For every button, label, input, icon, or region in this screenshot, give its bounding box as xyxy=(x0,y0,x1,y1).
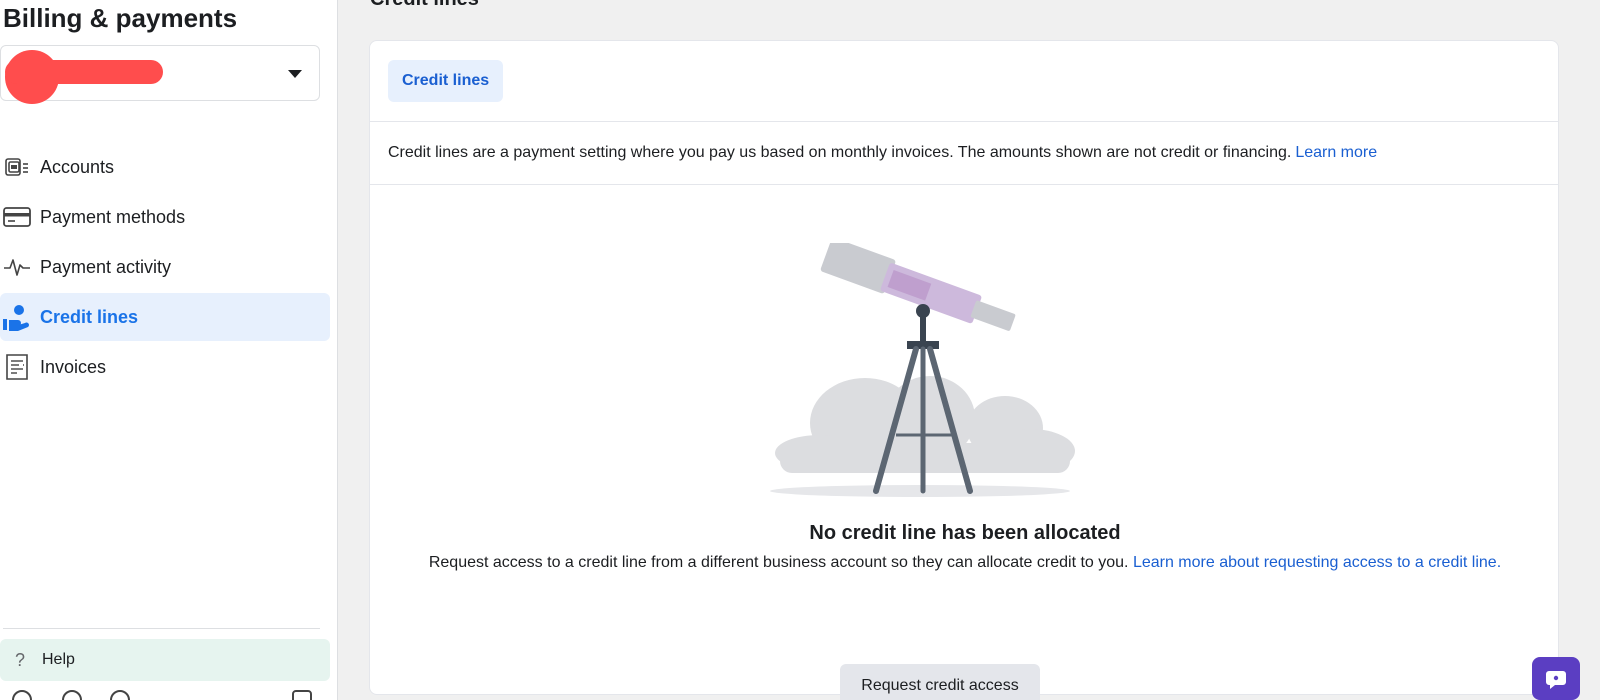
sidebar-item-label: Accounts xyxy=(40,156,115,177)
sidebar: Billing & payments Accounts Payment meth… xyxy=(0,0,338,700)
empty-state: No credit line has been allocated Reques… xyxy=(370,185,1560,700)
sidebar-item-payment-activity[interactable]: Payment activity xyxy=(0,243,330,291)
question-mark-icon: ? xyxy=(14,649,25,670)
accounts-icon xyxy=(2,152,32,182)
close-icon[interactable] xyxy=(160,690,180,700)
help-button[interactable]: ? Help xyxy=(0,639,330,681)
main-content: Credit lines Credit lines Credit lines a… xyxy=(338,0,1600,700)
empty-state-description: Request access to a credit line from a d… xyxy=(394,551,1536,575)
request-access-learn-more-link[interactable]: Learn more about requesting access to a … xyxy=(1133,554,1501,571)
empty-state-text: Request access to a credit line from a d… xyxy=(428,554,1129,571)
chat-bubble-icon xyxy=(1546,670,1566,689)
credit-card-icon xyxy=(2,202,32,232)
empty-state-title: No credit line has been allocated xyxy=(809,522,1121,544)
activity-pulse-icon xyxy=(2,252,32,282)
sidebar-footer-icons xyxy=(0,690,330,700)
sidebar-item-credit-lines[interactable]: Credit lines xyxy=(0,293,330,341)
chat-support-button[interactable] xyxy=(1532,657,1580,700)
sidebar-item-label: Payment activity xyxy=(40,256,172,277)
credit-lines-card: Credit lines Credit lines are a payment … xyxy=(369,40,1560,700)
sidebar-item-payment-methods[interactable]: Payment methods xyxy=(0,193,330,241)
learn-more-link[interactable]: Learn more xyxy=(1295,144,1377,162)
tab-bar: Credit lines xyxy=(370,41,1558,122)
divider xyxy=(3,628,320,629)
info-banner: Credit lines are a payment setting where… xyxy=(370,122,1558,185)
sidebar-nav: Accounts Payment methods Payment activit… xyxy=(0,143,330,393)
account-selector[interactable] xyxy=(0,45,320,104)
invoice-icon xyxy=(2,352,32,382)
settings-icon[interactable] xyxy=(12,690,32,700)
sidebar-title: Billing & payments xyxy=(3,3,238,33)
bell-icon[interactable] xyxy=(62,690,82,700)
tab-credit-lines[interactable]: Credit lines xyxy=(388,60,504,102)
credit-line-hand-icon xyxy=(2,302,32,332)
sidebar-item-label: Credit lines xyxy=(40,306,139,327)
info-text: Credit lines are a payment setting where… xyxy=(388,144,1292,161)
sidebar-item-invoices[interactable]: Invoices xyxy=(0,343,330,391)
search-icon[interactable] xyxy=(110,690,130,700)
sidebar-item-label: Payment methods xyxy=(40,206,186,227)
page-title: Credit lines xyxy=(370,0,479,11)
sidebar-item-accounts[interactable]: Accounts xyxy=(0,143,330,191)
help-label: Help xyxy=(42,651,75,668)
sidebar-item-label: Invoices xyxy=(40,356,107,377)
request-credit-access-button[interactable]: Request credit access xyxy=(840,664,1040,700)
telescope-illustration xyxy=(770,243,1075,497)
chevron-down-icon xyxy=(288,70,302,78)
redaction-mark xyxy=(5,60,163,84)
panel-toggle-icon[interactable] xyxy=(292,690,312,700)
